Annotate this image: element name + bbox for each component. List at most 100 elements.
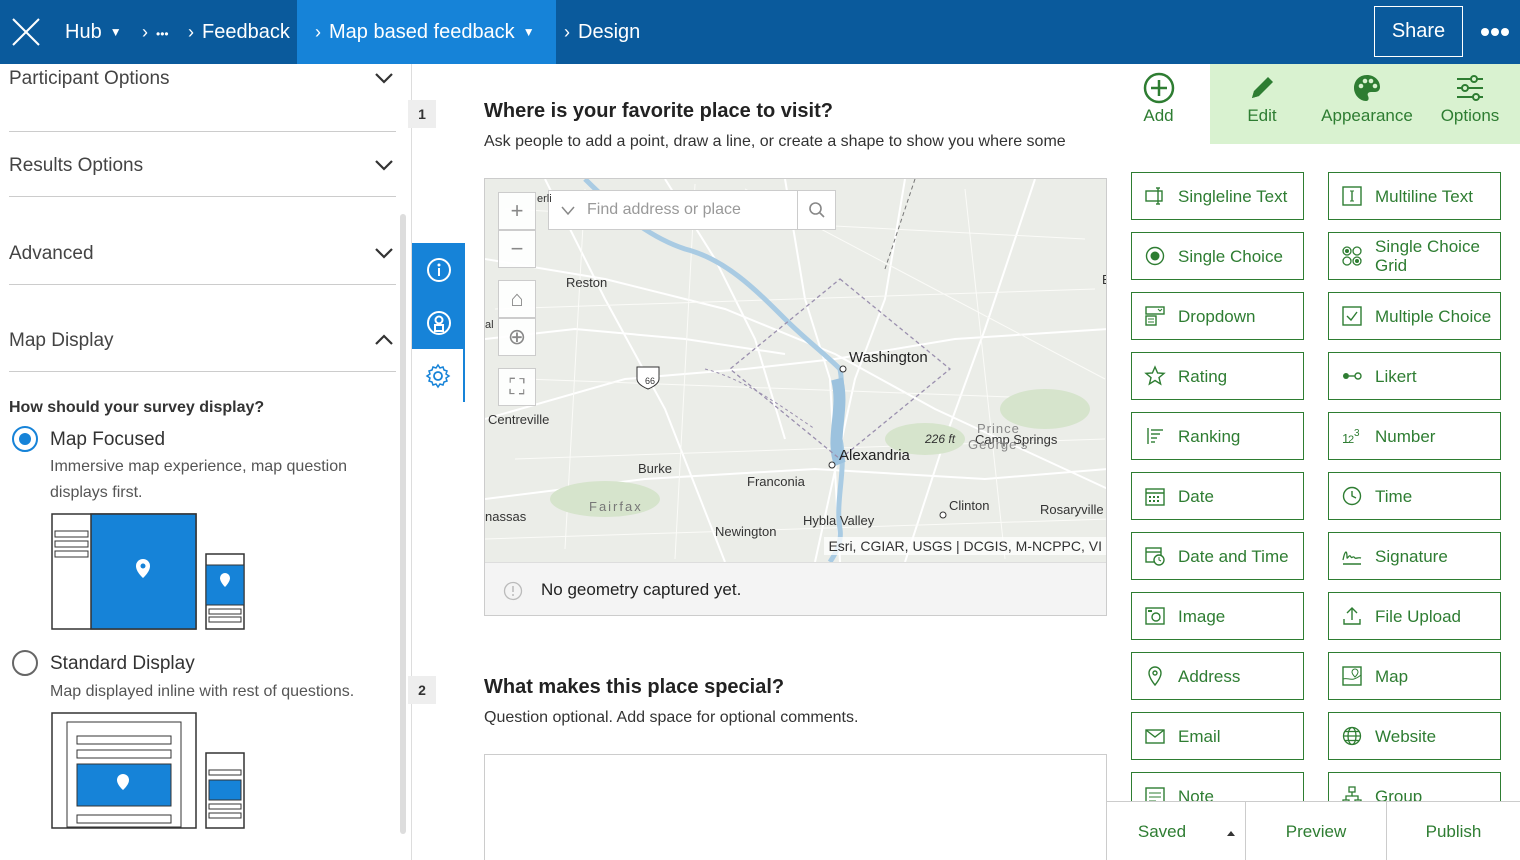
settings-panel: Participant Options Results Options Adva… [0, 64, 412, 860]
radio-button-icon [1132, 233, 1178, 279]
tab-settings[interactable] [412, 349, 465, 402]
tab-options[interactable]: Options [1420, 64, 1520, 144]
map-label: Franconia [747, 474, 805, 489]
map-question[interactable]: + − ⌂ ⊕ ⛶ Washington Alexandria Reston C… [484, 178, 1107, 616]
tool-ranking[interactable]: Ranking [1131, 412, 1304, 460]
map-icon [1329, 653, 1375, 699]
tool-address[interactable]: Address [1131, 652, 1304, 700]
saved-button[interactable]: Saved [1107, 802, 1217, 860]
tool-website[interactable]: Website [1328, 712, 1501, 760]
question-description[interactable]: Question optional. Add space for optiona… [484, 709, 858, 727]
standard-display-illustration [51, 712, 245, 829]
radio-map-focused[interactable] [12, 426, 38, 452]
tool-single-choice-grid[interactable]: Single Choice Grid [1328, 232, 1501, 280]
tab-info[interactable] [412, 243, 465, 296]
calendar-clock-icon [1132, 533, 1178, 579]
tool-time[interactable]: Time [1328, 472, 1501, 520]
map-label: erli [537, 193, 552, 205]
question-title[interactable]: What makes this place special? [484, 676, 784, 699]
map-label: al [485, 319, 494, 331]
share-button[interactable]: Share [1374, 6, 1463, 57]
gear-icon [425, 363, 450, 388]
tool-map[interactable]: Map [1328, 652, 1501, 700]
image-icon [1132, 593, 1178, 639]
zoom-in-icon[interactable]: + [498, 192, 536, 230]
map-label: Washington [849, 349, 928, 366]
search-input[interactable] [587, 191, 795, 229]
zoom-out-icon[interactable]: − [498, 230, 536, 268]
singleline-text-icon [1132, 173, 1178, 219]
map-canvas[interactable] [485, 179, 1107, 562]
home-icon[interactable]: ⌂ [498, 280, 536, 318]
map-search [548, 190, 836, 230]
breadcrumb-feedback[interactable]: › Feedback [188, 0, 290, 64]
tool-multiline-text[interactable]: Multiline Text [1328, 172, 1501, 220]
option-map-focused-title: Map Focused [50, 429, 166, 450]
preview-button[interactable]: Preview [1246, 802, 1386, 860]
fullscreen-icon[interactable]: ⛶ [498, 368, 536, 406]
bottom-action-bar: Saved Preview Publish [1107, 801, 1520, 860]
chevron-right-icon: › [188, 22, 194, 42]
tool-date[interactable]: Date [1131, 472, 1304, 520]
radio-standard-display[interactable] [12, 650, 38, 676]
tool-date-and-time[interactable]: Date and Time [1131, 532, 1304, 580]
map-label: 66 [645, 376, 656, 386]
plus-circle-icon [1143, 72, 1174, 104]
map-label: Rosaryville [1040, 502, 1104, 517]
section-advanced[interactable]: Advanced [9, 197, 396, 285]
breadcrumb-more[interactable]: › ••• [142, 0, 169, 64]
more-options-icon[interactable] [1480, 22, 1510, 42]
tool-rating[interactable]: Rating [1131, 352, 1304, 400]
dropdown-icon[interactable] [560, 205, 576, 217]
geometry-status: No geometry captured yet. [485, 562, 1106, 615]
chevron-down-icon [375, 73, 393, 84]
map-attribution: Esri, CGIAR, USGS | DCGIS, M-NCPPC, VI [824, 537, 1106, 555]
info-icon [426, 257, 451, 282]
signature-icon [1329, 533, 1375, 579]
breadcrumb-hub[interactable]: Hub ▼ [65, 0, 122, 64]
globe-icon [1329, 713, 1375, 759]
tab-add[interactable]: Add [1107, 64, 1210, 144]
multiline-text-icon [1329, 173, 1375, 219]
breadcrumb-map-based-feedback[interactable]: › Map based feedback ▼ [297, 0, 556, 64]
breadcrumb-design[interactable]: › Design [564, 0, 640, 64]
tool-dropdown[interactable]: Dropdown [1131, 292, 1304, 340]
chevron-up-icon [375, 334, 393, 345]
option-standard-display-desc: Map displayed inline with rest of questi… [50, 683, 355, 700]
tool-number[interactable]: 123 Number [1328, 412, 1501, 460]
tool-likert[interactable]: Likert [1328, 352, 1501, 400]
chevron-right-icon: › [315, 22, 321, 42]
tool-single-choice[interactable]: Single Choice [1131, 232, 1304, 280]
radio-grid-icon [1329, 233, 1375, 279]
caret-down-icon: ▼ [522, 25, 535, 39]
tab-edit[interactable]: Edit [1210, 64, 1314, 144]
svg-text:3: 3 [1354, 428, 1360, 439]
tool-signature[interactable]: Signature [1328, 532, 1501, 580]
save-options-button[interactable] [1217, 802, 1245, 860]
tool-email[interactable]: Email [1131, 712, 1304, 760]
section-results-options[interactable]: Results Options [9, 109, 396, 197]
answer-textarea[interactable] [484, 754, 1107, 860]
tab-appearance[interactable]: Appearance [1314, 64, 1420, 144]
display-question-label: How should your survey display? [9, 399, 265, 416]
tool-image[interactable]: Image [1131, 592, 1304, 640]
question-title[interactable]: Where is your favorite place to visit? [484, 100, 833, 123]
tool-file-upload[interactable]: File Upload [1328, 592, 1501, 640]
section-map-display[interactable]: Map Display [9, 284, 396, 372]
map-focused-illustration [51, 513, 245, 630]
panel-scrollbar[interactable] [400, 214, 406, 834]
publish-button[interactable]: Publish [1387, 802, 1520, 860]
question-description[interactable]: Ask people to add a point, draw a line, … [484, 133, 1107, 151]
ranking-icon [1132, 413, 1178, 459]
tool-singleline-text[interactable]: Singleline Text [1131, 172, 1304, 220]
option-standard-display-title: Standard Display [50, 653, 195, 674]
close-icon[interactable] [10, 16, 42, 48]
no-geometry-text: No geometry captured yet. [541, 580, 742, 599]
search-button[interactable] [797, 191, 835, 229]
tab-access[interactable] [412, 296, 465, 349]
locate-icon[interactable]: ⊕ [498, 318, 536, 356]
pencil-icon [1252, 77, 1273, 98]
tool-multiple-choice[interactable]: Multiple Choice [1328, 292, 1501, 340]
clock-icon [1329, 473, 1375, 519]
map-tools: + − ⌂ ⊕ ⛶ [498, 192, 536, 406]
